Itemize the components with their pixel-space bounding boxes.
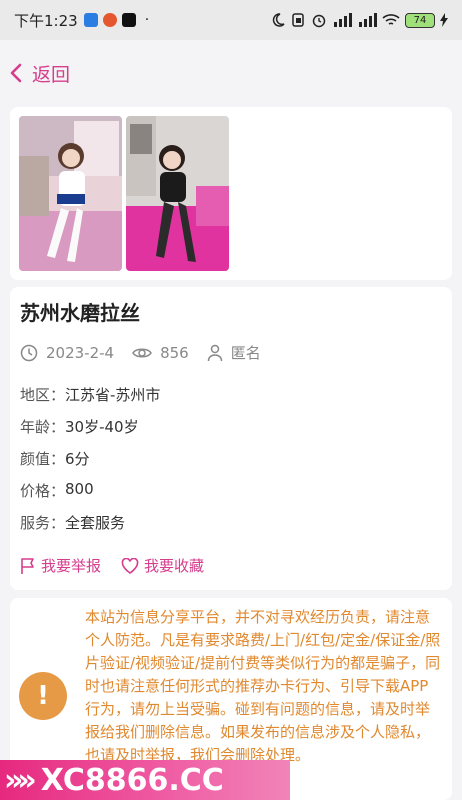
post-date-text: 2023-2-4 (46, 343, 115, 362)
field-region: 地区： 江苏省-苏州市 (20, 384, 160, 405)
nav-bar: 返回 (0, 40, 462, 106)
post-actions: 我要举报 我要收藏 (20, 555, 224, 576)
notice-text: 本站为信息分享平台，并不对寻欢经历负责，请注意个人防范。凡是有要求路费/上门/红… (85, 608, 441, 764)
post-author-text: 匿名 (230, 344, 261, 362)
field-age: 年龄： 30岁-40岁 (20, 416, 139, 437)
field-looks: 颜值： 6分 (20, 448, 90, 469)
field-value: 30岁-40岁 (65, 418, 139, 436)
post-title: 苏州水磨拉丝 (20, 301, 140, 325)
battery-indicator: 74 (405, 12, 435, 28)
post-views-text: 856 (160, 343, 189, 362)
photos-card (10, 107, 452, 280)
field-label: 价格： (20, 482, 66, 500)
signal-icon (334, 13, 352, 27)
post-meta: 2023-2-4 856 匿名 (20, 342, 279, 363)
post-views: 856 (132, 344, 189, 362)
back-chevron-icon (10, 63, 22, 83)
field-value: 6分 (65, 450, 90, 468)
heart-icon (121, 557, 139, 574)
status-dot: · (144, 12, 150, 28)
field-value: 全套服务 (65, 514, 126, 532)
eye-icon (132, 348, 152, 357)
favorite-label: 我要收藏 (144, 557, 205, 575)
field-label: 年龄： (20, 418, 66, 436)
post-info-card: 苏州水磨拉丝 2023-2-4 856 匿名 地区： 江苏省-苏州市 年龄： 3… (10, 287, 452, 590)
status-time: 下午1:23 (14, 11, 78, 30)
app-badge-tiktok-icon (121, 13, 136, 27)
signal-icon (359, 13, 377, 27)
back-button[interactable]: 返回 (10, 60, 70, 87)
field-label: 服务： (20, 514, 66, 532)
moon-icon (272, 13, 285, 27)
favorite-button[interactable]: 我要收藏 (121, 555, 204, 576)
status-icons: 74 (270, 12, 448, 28)
screen-icon (292, 13, 304, 27)
app-badge-blue-icon (83, 13, 98, 27)
status-bar: 下午1:23 · 74 (0, 0, 462, 40)
flag-icon (21, 557, 34, 574)
wifi-icon (382, 14, 400, 25)
watermark-text: XC8866.CC (40, 762, 224, 798)
back-label: 返回 (32, 63, 71, 86)
report-label: 我要举报 (41, 557, 102, 575)
user-icon (207, 344, 222, 361)
warning-icon: ! (19, 672, 67, 720)
field-service: 服务： 全套服务 (20, 512, 125, 533)
field-label: 颜值： (20, 450, 66, 468)
report-button[interactable]: 我要举报 (20, 555, 101, 576)
app-badge-red-icon (102, 13, 117, 27)
post-author: 匿名 (207, 342, 261, 363)
charging-icon (440, 13, 448, 27)
watermark-chevrons: »» (4, 762, 37, 798)
field-label: 地区： (20, 386, 66, 404)
field-price: 价格： 800 (20, 480, 94, 501)
site-watermark-banner: »» XC8866.CC (0, 760, 290, 800)
photo-thumbnail[interactable] (126, 116, 229, 271)
alarm-icon (312, 14, 326, 28)
field-value: 江苏省-苏州市 (65, 386, 161, 404)
clock-icon (20, 344, 38, 361)
photo-thumbnail[interactable] (19, 116, 122, 271)
field-value: 800 (65, 480, 94, 498)
post-date: 2023-2-4 (20, 344, 114, 362)
